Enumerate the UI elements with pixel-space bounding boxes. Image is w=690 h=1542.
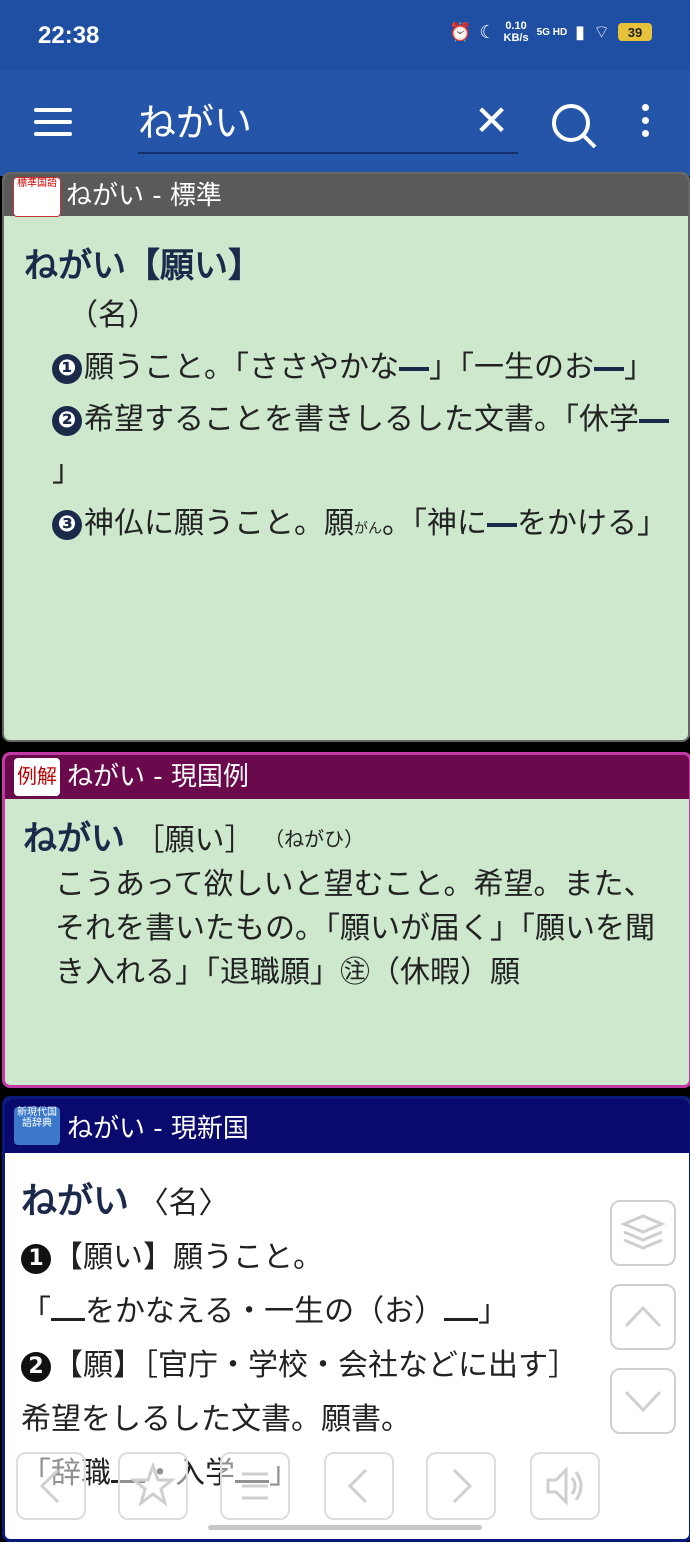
dictionary-icon: 例解: [14, 758, 60, 796]
sense-2: ❷ 希望することを書きしるした文書。「休学」: [52, 394, 670, 498]
signal-icon: ▮: [575, 21, 586, 43]
sense-3: ❸ 神仏に願うこと。願がん。「神に をかける」: [52, 498, 670, 555]
definition: こうあって欲しいと望むこと。希望。また、それを書いたもの。「願いが届く」「願いを…: [55, 867, 655, 990]
sense-1: 1 【願い】願うこと。: [21, 1231, 675, 1285]
dictionary-icon: 標準国語: [13, 177, 61, 217]
battery-indicator: 39: [618, 23, 652, 41]
more-options-icon[interactable]: [640, 104, 652, 143]
previous-entry-icon[interactable]: [324, 1452, 394, 1520]
clear-icon[interactable]: ✕: [474, 96, 509, 146]
headword: ねがい: [23, 819, 125, 859]
scroll-up-icon[interactable]: [610, 1284, 676, 1350]
network-speed: 0.10 KB/s: [503, 20, 529, 44]
entry-title: ねがい - 現新国: [67, 1114, 249, 1144]
search-icon[interactable]: [550, 102, 598, 154]
app-toolbar: ねがい ✕: [0, 70, 690, 176]
entry-header[interactable]: 標準国語 ねがい - 標準: [4, 174, 688, 217]
entry-title: ねがい - 現国例: [67, 762, 249, 792]
headword: ねがい: [21, 1181, 130, 1222]
part-of-speech: 〈名〉: [138, 1186, 229, 1221]
scroll-down-icon[interactable]: [610, 1368, 676, 1434]
add-favorite-icon[interactable]: [118, 1452, 188, 1520]
menu-icon[interactable]: [34, 108, 72, 136]
headword: ねがい【願い】: [24, 246, 262, 286]
dictionary-icon: 新現代国語辞典: [14, 1107, 60, 1145]
history-list-icon[interactable]: [220, 1452, 290, 1520]
layers-icon[interactable]: [610, 1200, 676, 1266]
historical-reading: （ねがひ）: [264, 827, 365, 851]
part-of-speech: （名）: [68, 298, 158, 333]
entry-header[interactable]: 例解 ねがい - 現国例: [5, 755, 689, 799]
sense-1-example: 「をかなえる・一生の（お）」: [21, 1294, 509, 1329]
sense-2: 2 【願】［官庁・学校・会社などに出す］: [21, 1339, 675, 1393]
status-icons: ⏰ ☾ 0.10 KB/s 5G HD ▮ ⌔ 39: [449, 20, 652, 44]
definition: ❶ 願うこと。「ささやかな 」「一生のお」 ❷ 希望することを書きしるした文書。「休学…: [24, 342, 688, 555]
search-input[interactable]: ねがい: [138, 98, 518, 154]
entry-title: ねがい - 標準: [66, 181, 222, 211]
dictionary-entry-reikai: 例解 ねがい - 現国例 ねがい ［願い］ （ねがひ） こうあって欲しいと望むこ…: [2, 752, 690, 1088]
gesture-home-bar[interactable]: [208, 1525, 482, 1530]
headword-line: ねがい 〈名〉: [21, 1175, 675, 1231]
next-entry-icon[interactable]: [426, 1452, 496, 1520]
network-type: 5G HD: [536, 26, 568, 38]
entry-header[interactable]: 新現代国語辞典 ねがい - 現新国: [5, 1099, 689, 1153]
kanji-form: ［願い］: [134, 823, 255, 858]
moon-icon: ☾: [479, 21, 496, 43]
alarm-icon: ⏰: [448, 21, 472, 43]
sense-1: ❶ 願うこと。「ささやかな 」「一生のお」: [52, 342, 670, 394]
wifi-icon: ⌔: [593, 21, 610, 43]
back-icon[interactable]: [16, 1452, 86, 1520]
status-bar: 22:38 ⏰ ☾ 0.10 KB/s 5G HD ▮ ⌔ 39: [0, 0, 690, 70]
speaker-icon[interactable]: [530, 1452, 600, 1520]
headword-line: ねがい ［願い］ （ねがひ）: [23, 817, 671, 863]
dictionary-entry-standard: 標準国語 ねがい - 標準 ねがい【願い】 （名） ❶ 願うこと。「ささやかな 」「…: [2, 172, 690, 742]
sense-2-text: 希望をしるした文書。願書。: [21, 1402, 411, 1437]
status-time: 22:38: [38, 22, 100, 49]
